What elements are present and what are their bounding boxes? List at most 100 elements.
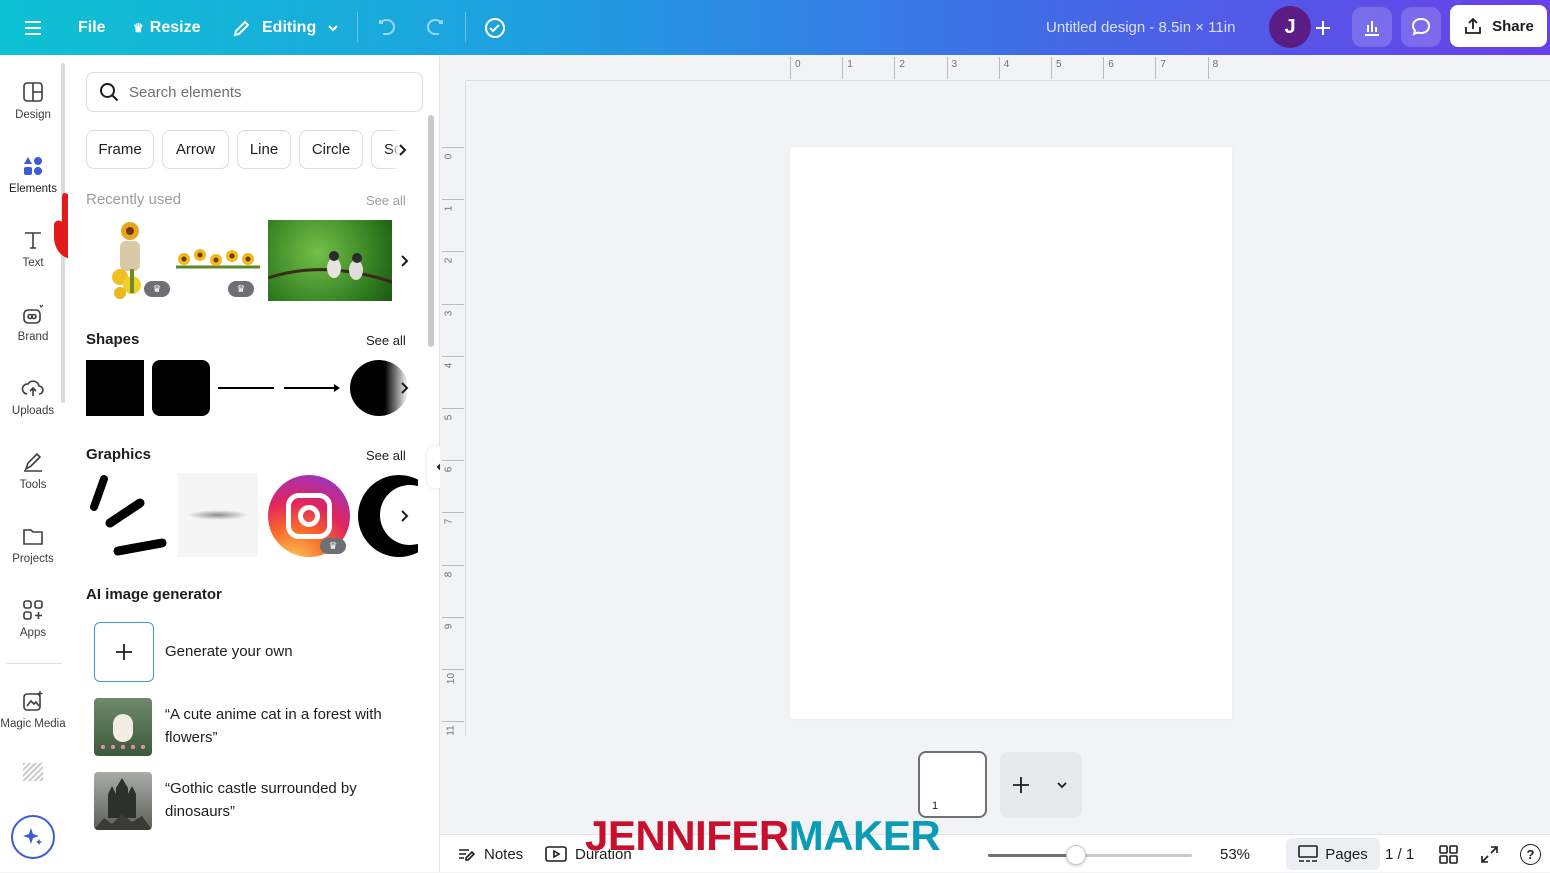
rail-item-design[interactable]: Design: [0, 77, 66, 141]
redo-button[interactable]: [424, 0, 446, 55]
rail-item-tools[interactable]: Tools: [0, 447, 66, 511]
birds-photo-image: [268, 251, 392, 284]
elements-icon: [24, 157, 42, 175]
zoom-slider[interactable]: [988, 845, 1192, 865]
cloud-check-icon: [485, 17, 505, 38]
panel-scrollbar[interactable]: [428, 115, 434, 347]
invite-button[interactable]: [1313, 0, 1333, 55]
redo-icon: [427, 18, 443, 35]
rail-item-apps[interactable]: Apps: [0, 595, 66, 659]
shape-line[interactable]: [218, 387, 274, 389]
crown-icon: ♛: [236, 283, 246, 295]
ruler-tick: [442, 512, 464, 514]
recent-item-sunflower-border[interactable]: ♛: [176, 245, 260, 297]
share-button[interactable]: Share: [1450, 5, 1547, 47]
recently-used-title: Recently used: [86, 191, 182, 208]
document-title[interactable]: Untitled design - 8.5in × 11in: [1046, 0, 1235, 55]
help-button[interactable]: ?: [1520, 835, 1541, 873]
recent-item-birds-photo[interactable]: [268, 220, 392, 301]
rail-label: Text: [22, 257, 44, 269]
editing-label: Editing: [262, 18, 317, 36]
ruler-tick: [790, 57, 791, 79]
shape-rounded-square[interactable]: [152, 360, 210, 416]
sparkle-icon: [23, 828, 42, 845]
plus-icon: [1316, 20, 1330, 35]
share-label: Share: [1492, 17, 1534, 35]
flowers: [98, 742, 148, 752]
chip-line[interactable]: Line: [237, 130, 291, 169]
editing-dropdown[interactable]: Editing: [232, 0, 340, 55]
ruler-tick-label: 11: [445, 725, 457, 736]
rail-label: Uploads: [11, 405, 55, 417]
recently-used-see-all[interactable]: See all: [366, 193, 406, 208]
ruler-tick-label: 6: [1108, 59, 1114, 70]
rail-item-uploads[interactable]: Uploads: [0, 373, 66, 437]
graphics-next-button[interactable]: [392, 496, 416, 536]
zoom-slider-knob[interactable]: [1065, 845, 1086, 865]
chip-arrow[interactable]: Arrow: [162, 130, 229, 169]
graphic-instagram-logo[interactable]: ♛: [268, 475, 350, 557]
rail-item-magic-media[interactable]: Magic Media: [0, 686, 66, 750]
graphics-see-all[interactable]: See all: [366, 448, 406, 463]
recent-item-sunflower-girl[interactable]: ♛: [106, 219, 170, 301]
insights-button[interactable]: [1352, 7, 1392, 47]
shadow-graphic: [187, 510, 249, 520]
magic-assistant-button[interactable]: [11, 815, 55, 859]
resize-button[interactable]: ♛ Resize: [133, 0, 200, 55]
page-counter[interactable]: 1 / 1: [1385, 835, 1414, 873]
generate-your-own-button[interactable]: Generate your own: [94, 622, 414, 682]
chip-circle[interactable]: Circle: [299, 130, 363, 169]
zoom-slider-fill: [988, 854, 1076, 857]
shapes-next-button[interactable]: [392, 368, 416, 408]
pages-button[interactable]: Pages: [1286, 838, 1380, 870]
search-input[interactable]: [129, 83, 409, 101]
ai-prompt-castle[interactable]: “Gothic castle surrounded by dinosaurs”: [94, 772, 414, 830]
ruler-tick: [442, 199, 464, 201]
graphic-brush-strokes[interactable]: [86, 473, 168, 557]
ruler-tick-label: 7: [443, 519, 455, 525]
top-ruler: 0 1 2 3 4 5 6 7 8: [466, 55, 1550, 81]
fullscreen-button[interactable]: [1480, 835, 1499, 873]
chips-next-button[interactable]: [390, 130, 414, 170]
ai-prompt-cat[interactable]: “A cute anime cat in a forest with flowe…: [94, 698, 414, 756]
file-menu-button[interactable]: File: [78, 0, 106, 55]
save-status-button[interactable]: [483, 0, 507, 55]
add-page-options-button[interactable]: [1041, 752, 1082, 818]
ruler-tick: [1051, 57, 1052, 79]
design-page[interactable]: [790, 147, 1232, 719]
chevron-down-icon: [1056, 782, 1067, 789]
menu-button[interactable]: [22, 0, 44, 55]
ruler-tick-label: 4: [1003, 59, 1010, 70]
design-icon: [23, 82, 43, 102]
add-page-button[interactable]: [1000, 752, 1041, 818]
notes-icon: [459, 849, 476, 861]
ruler-tick-label: 3: [443, 310, 455, 316]
projects-icon: [23, 529, 43, 545]
comments-button[interactable]: [1401, 7, 1441, 47]
rail-item-brand[interactable]: Brand: [0, 299, 66, 363]
undo-icon: [379, 18, 395, 35]
avatar[interactable]: J: [1269, 6, 1311, 48]
ruler-tick-label: 3: [951, 59, 958, 70]
recent-next-button[interactable]: [392, 241, 416, 281]
instagram-lens: [298, 505, 320, 527]
generate-plus-box: [94, 622, 154, 682]
prompt-line: “A cute anime cat in a forest with: [165, 706, 382, 723]
zoom-value-button[interactable]: 53%: [1220, 835, 1250, 873]
graphic-shadow[interactable]: [178, 473, 258, 557]
chip-frame[interactable]: Frame: [86, 130, 154, 169]
page-thumbnail[interactable]: 1: [918, 751, 987, 818]
pages-label: Pages: [1325, 845, 1368, 863]
notes-button[interactable]: Notes: [456, 835, 523, 873]
search-box[interactable]: [86, 72, 423, 112]
add-page-group: [1000, 752, 1082, 818]
shape-arrow-line[interactable]: [284, 380, 342, 396]
shapes-see-all[interactable]: See all: [366, 333, 406, 348]
grid-view-button[interactable]: [1439, 835, 1458, 873]
tools-icon: [24, 452, 42, 472]
undo-button[interactable]: [376, 0, 398, 55]
more-apps-icon[interactable]: [23, 763, 43, 781]
rail-item-projects[interactable]: Projects: [0, 521, 66, 585]
shape-square[interactable]: [86, 360, 144, 416]
shapes-title: Shapes: [86, 331, 140, 348]
